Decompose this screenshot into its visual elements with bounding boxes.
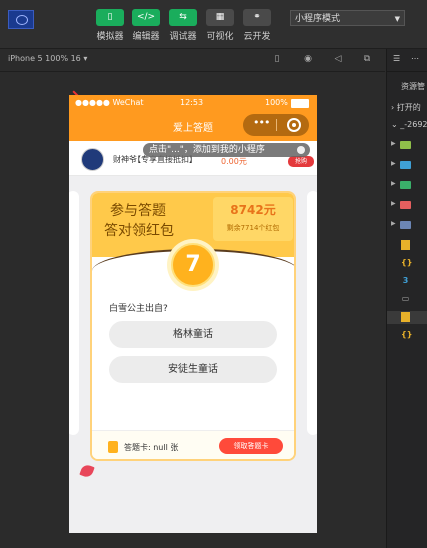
tree-file[interactable]: {}	[387, 329, 427, 342]
tree-file[interactable]: 3	[387, 275, 427, 288]
phone-icon: ▯	[96, 9, 124, 26]
question-card: 参与答题 答对领红包 8742元 剩余7714个红包 7 白雪公主出自? 格林童…	[90, 191, 296, 461]
cloud-icon: ⚭	[243, 9, 271, 26]
folder-icon	[400, 221, 411, 229]
battery-icon	[291, 99, 309, 108]
tree-file[interactable]	[387, 239, 427, 252]
chevron-down-icon: ▼	[394, 15, 400, 23]
css-file-icon: 3	[402, 276, 409, 285]
js-file-icon	[401, 240, 410, 250]
phone-screen: ●●●●● WeChat 12:53 100% 爱上答题 ••• 财神爷 【专享…	[69, 95, 317, 533]
card-footer: 答题卡: null 张 领取答题卡	[92, 430, 294, 459]
visual-button[interactable]: ▦ 可视化	[203, 9, 237, 47]
next-card	[307, 191, 317, 435]
cloud-dev-button[interactable]: ⚭ 云开发	[240, 9, 274, 47]
explorer-tabs: ☰ ⋯	[387, 49, 427, 72]
open-editors-header[interactable]: › 打开的	[391, 102, 421, 113]
editor-toggle-button[interactable]: </> 编辑器	[129, 9, 163, 47]
layout-icon: ▦	[206, 9, 234, 26]
add-mini-program-tip: 点击"..."，添加到我的小程序	[143, 143, 310, 157]
mode-select[interactable]: 小程序模式 ▼	[290, 10, 405, 26]
claim-card-button[interactable]: 领取答题卡	[219, 438, 283, 454]
project-header[interactable]: ⌄ _-2692	[391, 120, 427, 129]
volume-icon[interactable]: ◁	[333, 54, 343, 65]
tree-file[interactable]: {}	[387, 257, 427, 270]
buy-button[interactable]: 抢购	[288, 156, 314, 167]
tree-folder[interactable]: ▶	[387, 219, 427, 232]
tree-file[interactable]	[387, 311, 427, 324]
close-icon[interactable]	[287, 118, 301, 132]
folder-icon	[400, 141, 411, 149]
avatar	[81, 148, 104, 171]
close-tip-icon[interactable]	[297, 146, 305, 154]
simulator-toggle-button[interactable]: ▯ 模拟器	[93, 9, 127, 47]
files-icon[interactable]: ☰	[393, 54, 400, 63]
code-icon: </>	[132, 9, 160, 26]
avatar-icon[interactable]	[8, 10, 34, 29]
folder-icon	[400, 181, 411, 189]
device-select[interactable]: iPhone 5 100% 16 ▾	[8, 54, 87, 63]
tree-folder[interactable]: ▶	[387, 139, 427, 152]
red-packet-info: 8742元 剩余7714个红包	[213, 197, 293, 241]
json-file-icon: {}	[401, 258, 413, 267]
nav-bar: 爱上答题 •••	[69, 111, 317, 141]
phone-rotate-icon[interactable]: ▯	[272, 54, 282, 65]
card-icon	[108, 441, 118, 453]
more-icon[interactable]: •••	[253, 116, 270, 129]
tree-file[interactable]: ▭	[387, 293, 427, 306]
tree-folder[interactable]: ▶	[387, 159, 427, 172]
ide-toolbar: ▯ 模拟器 </> 编辑器 ⇆ 调试器 ▦ 可视化 ⚭ 云开发 小程序模式 ▼	[0, 0, 427, 49]
explorer-title: 资源管	[401, 82, 425, 91]
question-text: 白雪公主出自?	[109, 304, 168, 314]
folder-icon	[400, 201, 411, 209]
capsule-menu[interactable]: •••	[243, 114, 309, 136]
popout-icon[interactable]: ⧉	[362, 54, 372, 65]
config-file-icon: ▭	[401, 294, 410, 303]
folder-icon	[400, 161, 411, 169]
json-file-icon: {}	[401, 330, 413, 339]
option-button[interactable]: 格林童话	[109, 321, 277, 348]
ad-banner[interactable]: 财神爷 【专享直接抵扣】 0.00元 抢购 点击"..."，添加到我的小程序	[69, 141, 317, 176]
simulator-toolbar: iPhone 5 100% 16 ▾ ▯ ◉ ◁ ⧉	[0, 49, 385, 72]
prev-card	[69, 191, 79, 435]
more-icon[interactable]: ⋯	[411, 54, 419, 63]
explorer-panel: ☰ ⋯ 资源管 › 打开的 ⌄ _-2692 ▶ ▶ ▶ ▶ ▶ {} 3 ▭ …	[386, 49, 427, 548]
record-icon[interactable]: ◉	[303, 54, 313, 65]
js-file-icon	[401, 312, 410, 322]
tree-folder[interactable]: ▶	[387, 199, 427, 212]
status-bar: ●●●●● WeChat 12:53 100%	[69, 95, 317, 111]
debug-icon: ⇆	[169, 9, 197, 26]
tree-folder[interactable]: ▶	[387, 179, 427, 192]
question-number-badge: 7	[167, 239, 219, 291]
option-button[interactable]: 安徒生童话	[109, 356, 277, 383]
debugger-toggle-button[interactable]: ⇆ 调试器	[166, 9, 200, 47]
